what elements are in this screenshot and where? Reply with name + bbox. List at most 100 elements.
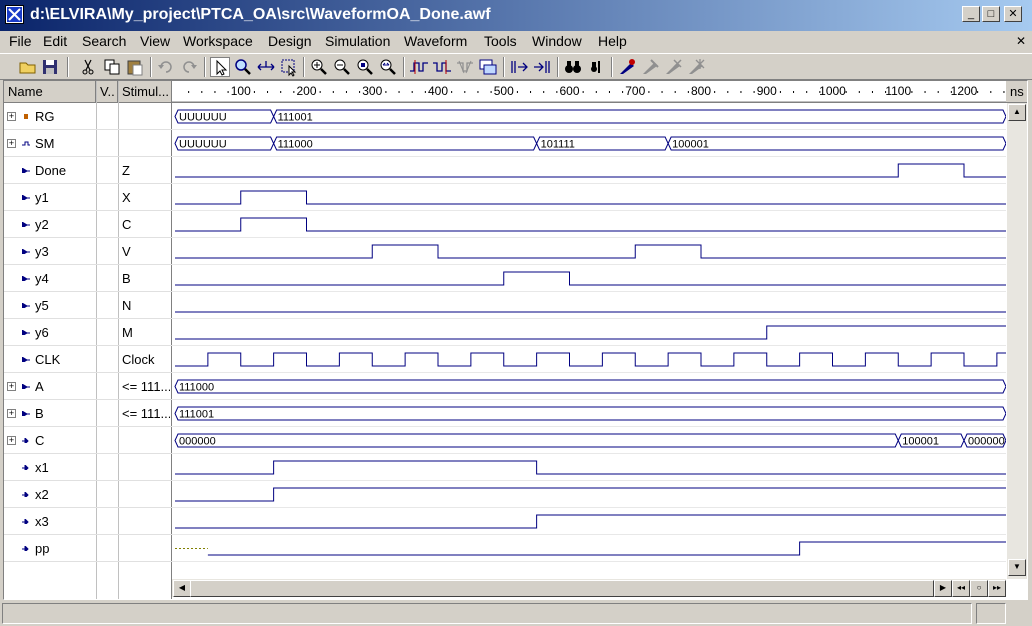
signal-stimulus: <= 111... <box>122 406 170 421</box>
horizontal-scrollbar[interactable]: ◀ ▶ ◂◂ ○ ▸▸ <box>172 579 1006 597</box>
waveform-a[interactable]: 111000 <box>172 379 1007 400</box>
cut-icon[interactable] <box>78 57 98 77</box>
select-pointer-icon[interactable] <box>210 57 230 77</box>
zoom-range-icon[interactable] <box>378 57 398 77</box>
waveform-sm[interactable]: UUUUUU 111000 101111 100001 <box>172 136 1007 157</box>
waveform-c[interactable]: 000000 100001 000000 <box>172 433 1007 454</box>
compare-waveforms-icon[interactable] <box>478 57 498 77</box>
time-ruler[interactable]: 100 200 300 400 500 600 700 800 900 1000 1100 1200 <box>172 81 1006 103</box>
goto-bookmark-icon[interactable] <box>532 57 552 77</box>
signal-row-x1[interactable]: x1 <box>4 454 172 481</box>
menu-view[interactable]: View <box>140 33 170 49</box>
signal-row-rg[interactable]: + RG <box>4 103 172 130</box>
signal-row-y3[interactable]: y3 V <box>4 238 172 265</box>
signal-row-c[interactable]: + C <box>4 427 172 454</box>
signal-row-x2[interactable]: x2 <box>4 481 172 508</box>
column-header-value[interactable]: V.. <box>96 81 118 103</box>
waveform-y3[interactable] <box>172 244 1006 265</box>
menu-search[interactable]: Search <box>82 33 126 49</box>
expand-toggle-icon[interactable]: + <box>7 436 16 445</box>
signal-row-x3[interactable]: x3 <box>4 508 172 535</box>
page-right-button[interactable]: ▸▸ <box>988 580 1006 597</box>
next-edge-icon[interactable] <box>409 57 429 77</box>
column-header-stimulus[interactable]: Stimul... <box>118 81 172 103</box>
measure-icon[interactable] <box>256 57 276 77</box>
waveform-pp[interactable] <box>172 541 1006 562</box>
signal-row-y5[interactable]: y5 N <box>4 292 172 319</box>
expand-toggle-icon[interactable]: + <box>7 139 16 148</box>
menu-window[interactable]: Window <box>532 33 582 49</box>
set-breakpoint-icon[interactable] <box>617 57 637 77</box>
toggle-breakpoint-icon[interactable] <box>640 57 660 77</box>
maximize-button[interactable]: □ <box>982 6 1000 22</box>
waveform-x2[interactable] <box>172 487 1006 508</box>
waveform-y5[interactable] <box>172 311 1006 319</box>
signal-row-pp[interactable]: pp <box>4 535 172 562</box>
zoom-in-icon[interactable] <box>309 57 329 77</box>
menu-tools[interactable]: Tools <box>484 33 517 49</box>
waveform-y6[interactable] <box>172 325 1006 346</box>
paste-icon[interactable] <box>125 57 145 77</box>
waveform-clk[interactable] <box>172 352 1027 373</box>
document-close-button[interactable]: ✕ <box>1016 34 1026 48</box>
minimize-button[interactable]: _ <box>962 6 980 22</box>
menu-simulation[interactable]: Simulation <box>325 33 390 49</box>
scroll-thumb[interactable] <box>190 580 934 597</box>
find-next-icon[interactable] <box>586 57 606 77</box>
menu-workspace[interactable]: Workspace <box>183 33 253 49</box>
ruler-minor-tick <box>661 91 663 93</box>
zoom-fit-icon[interactable] <box>355 57 375 77</box>
close-button[interactable]: ✕ <box>1004 6 1022 22</box>
signal-row-done[interactable]: Done Z <box>4 157 172 184</box>
redo-icon[interactable] <box>179 57 199 77</box>
signal-row-a[interactable]: + A <= 111... <box>4 373 172 400</box>
search-value-icon[interactable] <box>455 57 475 77</box>
menu-file[interactable]: File <box>9 33 32 49</box>
waveform-area[interactable]: UUUUUU 111001 UUUUUU 111000 101111 100001 1110… <box>172 103 1027 579</box>
signal-row-y2[interactable]: y2 C <box>4 211 172 238</box>
menu-help[interactable]: Help <box>598 33 627 49</box>
app-icon[interactable] <box>5 5 24 24</box>
expand-toggle-icon[interactable]: + <box>7 112 16 121</box>
signal-row-clk[interactable]: CLK Clock <box>4 346 172 373</box>
zoom-reset-button[interactable]: ○ <box>970 580 988 597</box>
waveform-x1[interactable] <box>172 460 1006 481</box>
ruler-minor-tick <box>858 91 860 93</box>
add-bookmark-icon[interactable] <box>509 57 529 77</box>
signal-row-y4[interactable]: y4 B <box>4 265 172 292</box>
copy-icon[interactable] <box>102 57 122 77</box>
scroll-left-button[interactable]: ◀ <box>173 580 191 597</box>
waveform-x3[interactable] <box>172 514 1006 535</box>
select-range-icon[interactable] <box>279 57 299 77</box>
zoom-tool-icon[interactable] <box>233 57 253 77</box>
save-icon[interactable] <box>40 57 60 77</box>
undo-icon[interactable] <box>156 57 176 77</box>
menu-edit[interactable]: Edit <box>43 33 67 49</box>
page-left-button[interactable]: ◂◂ <box>952 580 970 597</box>
scroll-down-button[interactable]: ▼ <box>1008 559 1026 576</box>
waveform-rg[interactable]: UUUUUU 111001 <box>172 109 1007 130</box>
signal-row-sm[interactable]: + SM <box>4 130 172 157</box>
signal-row-b[interactable]: + B <= 111... <box>4 400 172 427</box>
column-header-name[interactable]: Name <box>4 81 96 103</box>
waveform-done[interactable] <box>172 163 1006 184</box>
waveform-b[interactable]: 111001 <box>172 406 1007 427</box>
menu-waveform[interactable]: Waveform <box>404 33 467 49</box>
menu-design[interactable]: Design <box>268 33 312 49</box>
signal-row-y6[interactable]: y6 M <box>4 319 172 346</box>
clear-breakpoint-icon[interactable] <box>663 57 683 77</box>
scroll-up-button[interactable]: ▲ <box>1008 104 1026 121</box>
zoom-out-icon[interactable] <box>332 57 352 77</box>
vertical-scrollbar[interactable]: ▲ ▼ <box>1007 103 1027 579</box>
open-folder-icon[interactable] <box>18 57 38 77</box>
clear-all-breakpoints-icon[interactable] <box>686 57 706 77</box>
scroll-right-button[interactable]: ▶ <box>934 580 952 597</box>
waveform-y2[interactable] <box>172 217 1006 238</box>
waveform-y4[interactable] <box>172 271 1006 292</box>
waveform-y1[interactable] <box>172 190 1006 211</box>
find-binoculars-icon[interactable] <box>563 57 583 77</box>
expand-toggle-icon[interactable]: + <box>7 409 16 418</box>
signal-row-y1[interactable]: y1 X <box>4 184 172 211</box>
previous-edge-icon[interactable] <box>432 57 452 77</box>
expand-toggle-icon[interactable]: + <box>7 382 16 391</box>
